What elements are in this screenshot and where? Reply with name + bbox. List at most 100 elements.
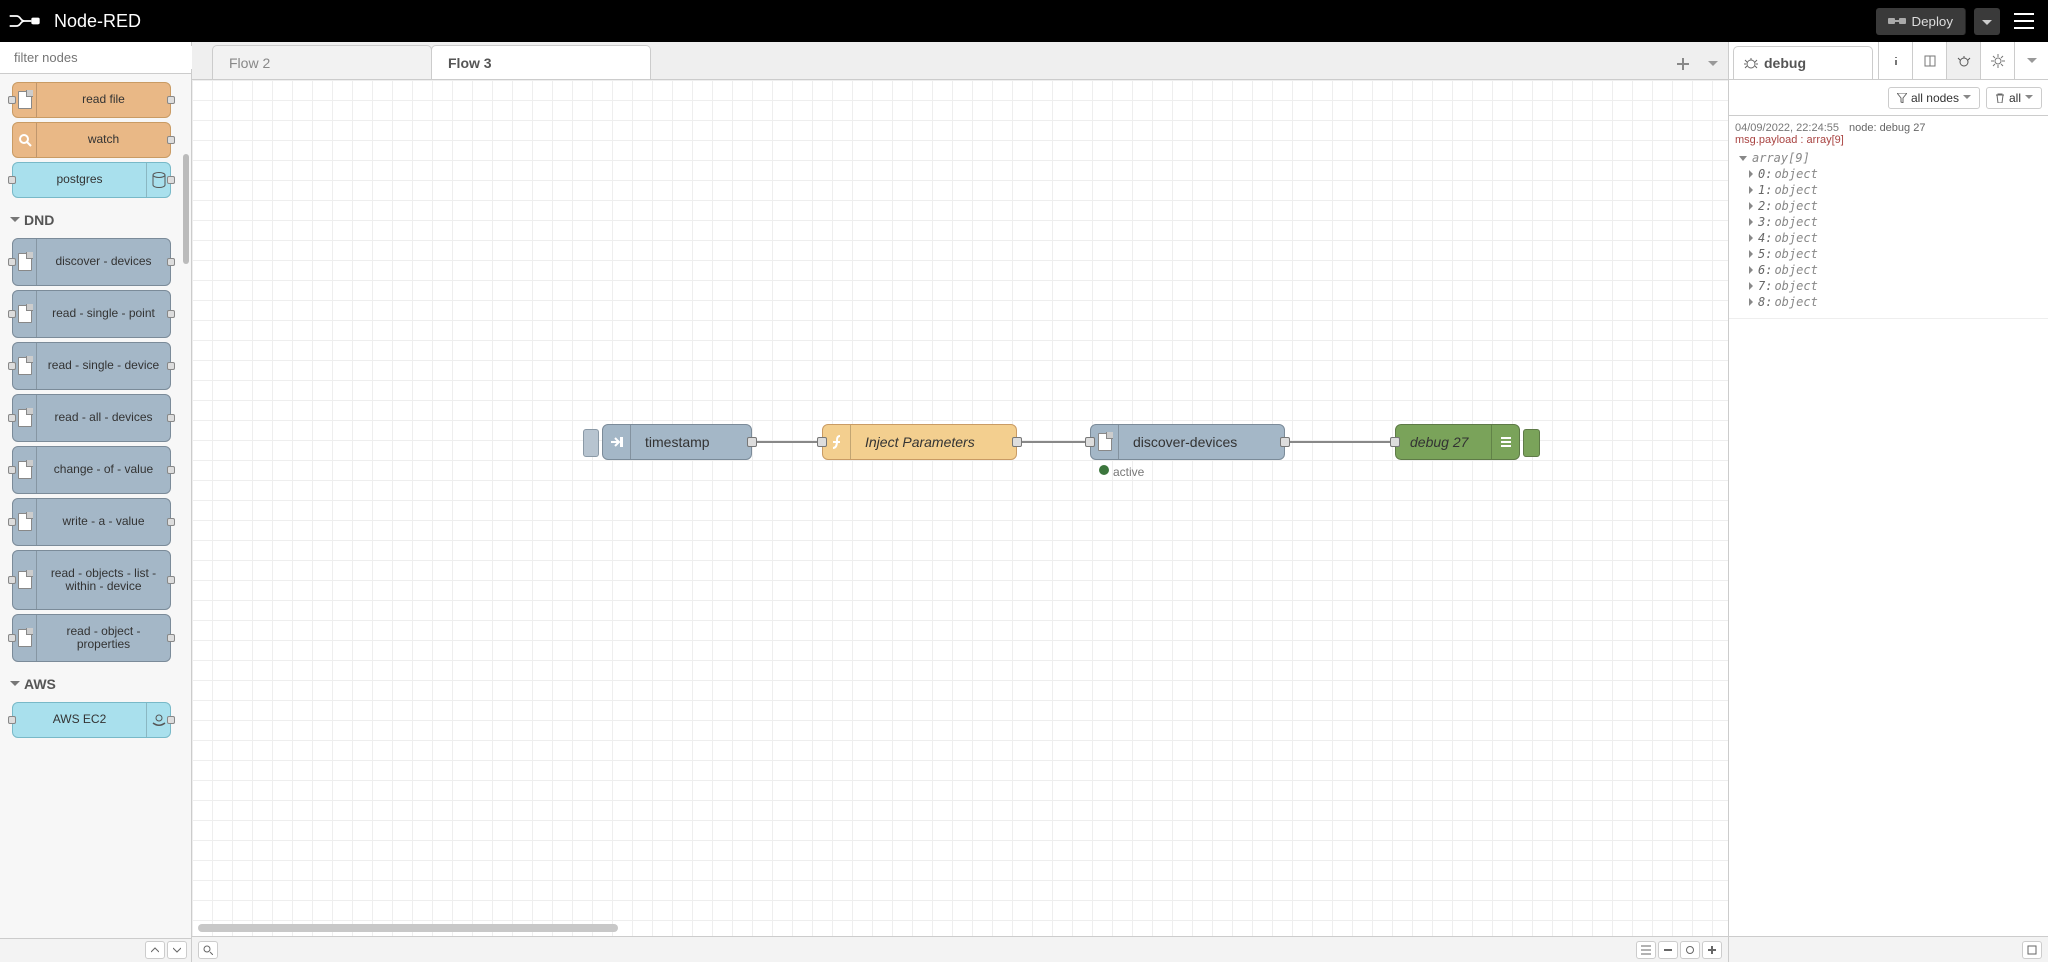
- palette-collapse-down-button[interactable]: [167, 941, 187, 959]
- debug-tree-item[interactable]: 3: object: [1749, 214, 2042, 230]
- palette-node-label: AWS EC2: [13, 711, 146, 728]
- node-red-logo-icon: [8, 11, 48, 31]
- menu-button[interactable]: [2008, 7, 2040, 35]
- caret-right-icon[interactable]: [1749, 202, 1753, 210]
- debug-tree[interactable]: array[9] 0: object1: object2: object3: o…: [1735, 146, 2042, 310]
- palette-aws-ec2[interactable]: AWS EC2: [12, 702, 171, 738]
- file-icon: [13, 239, 37, 285]
- caret-right-icon[interactable]: [1749, 250, 1753, 258]
- palette-node-label: watch: [37, 131, 170, 148]
- debug-tree-item[interactable]: 7: object: [1749, 278, 2042, 294]
- expand-icon: [2027, 945, 2037, 955]
- palette-change-of-value[interactable]: change - of - value: [12, 446, 171, 494]
- palette-read-single-point[interactable]: read - single - point: [12, 290, 171, 338]
- sidebar-more-button[interactable]: [2014, 42, 2048, 79]
- tab-flow-3[interactable]: Flow 3: [431, 45, 651, 79]
- add-tab-button[interactable]: [1668, 49, 1698, 79]
- port-out: [167, 96, 175, 104]
- caret-right-icon[interactable]: [1749, 218, 1753, 226]
- filter-all-nodes-button[interactable]: all nodes: [1888, 87, 1980, 109]
- sidebar-expand-button[interactable]: [2022, 941, 2042, 959]
- palette-search[interactable]: [0, 42, 191, 74]
- debug-messages[interactable]: 04/09/2022, 22:24:55 node: debug 27 msg.…: [1729, 116, 2048, 936]
- caret-right-icon[interactable]: [1749, 266, 1753, 274]
- wire[interactable]: [1272, 441, 1407, 443]
- palette-watch[interactable]: watch: [12, 122, 171, 158]
- clear-all-button[interactable]: all: [1986, 87, 2042, 109]
- palette-scroll[interactable]: read file watch postgres DND discover - dev…: [0, 74, 191, 938]
- palette-write-a-value[interactable]: write - a - value: [12, 498, 171, 546]
- palette-read-object-properties[interactable]: read - object - properties: [12, 614, 171, 662]
- palette-read-file[interactable]: read file: [12, 82, 171, 118]
- plus-icon: [1677, 58, 1689, 70]
- node-discover-devices[interactable]: discover-devicesactive: [1090, 424, 1285, 460]
- debug-toggle-button[interactable]: [1523, 429, 1540, 457]
- node-timestamp[interactable]: timestamp: [602, 424, 752, 460]
- flow-canvas[interactable]: timestamp Inject Parameters discover-devic…: [192, 80, 1728, 936]
- debug-tree-item[interactable]: 5: object: [1749, 246, 2042, 262]
- port-out[interactable]: [1280, 437, 1290, 447]
- port-out[interactable]: [747, 437, 757, 447]
- port-in: [8, 176, 16, 184]
- port-out: [167, 634, 175, 642]
- caret-right-icon[interactable]: [1749, 282, 1753, 290]
- caret-down-icon[interactable]: [1739, 156, 1747, 161]
- caret-right-icon[interactable]: [1749, 298, 1753, 306]
- tab-menu-button[interactable]: [1698, 49, 1728, 79]
- sidebar-tab-debug[interactable]: debug: [1733, 46, 1873, 79]
- caret-right-icon[interactable]: [1749, 234, 1753, 242]
- debug-tree-item[interactable]: 4: object: [1749, 230, 2042, 246]
- debug-tree-root[interactable]: array[9]: [1739, 150, 2042, 166]
- palette-read-single-device[interactable]: read - single - device: [12, 342, 171, 390]
- category-aws[interactable]: AWS: [4, 666, 179, 698]
- sidebar-debug-button[interactable]: [1946, 42, 1980, 79]
- chevron-down-icon: [2025, 95, 2033, 100]
- inject-button[interactable]: [583, 429, 599, 457]
- file-icon: [13, 447, 37, 493]
- palette-postgres[interactable]: postgres: [12, 162, 171, 198]
- debug-tree-item[interactable]: 0: object: [1749, 166, 2042, 182]
- minus-icon: [1663, 945, 1673, 955]
- node-debug-27[interactable]: debug 27: [1395, 424, 1520, 460]
- zoom-reset-button[interactable]: [1680, 941, 1700, 959]
- palette-read-objects-list[interactable]: read - objects - list - within - device: [12, 550, 171, 610]
- debug-tree-item[interactable]: 6: object: [1749, 262, 2042, 278]
- debug-tree-item[interactable]: 1: object: [1749, 182, 2042, 198]
- flow-node-label: discover-devices: [1119, 434, 1284, 450]
- view-list-button[interactable]: [1636, 941, 1656, 959]
- palette-search-input[interactable]: [12, 46, 192, 69]
- sidebar-help-button[interactable]: [1912, 42, 1946, 79]
- node-inject-parameters[interactable]: Inject Parameters: [822, 424, 1017, 460]
- sidebar-info-button[interactable]: [1878, 42, 1912, 79]
- navigator-button[interactable]: [198, 941, 218, 959]
- port-in[interactable]: [817, 437, 827, 447]
- caret-right-icon[interactable]: [1749, 186, 1753, 194]
- port-in[interactable]: [1390, 437, 1400, 447]
- debug-tree-item[interactable]: 2: object: [1749, 198, 2042, 214]
- deploy-button[interactable]: Deploy: [1876, 8, 1967, 35]
- palette-discover-devices[interactable]: discover - devices: [12, 238, 171, 286]
- inject-icon: [603, 425, 631, 459]
- chevron-down-icon: [1963, 95, 1971, 100]
- zoom-out-button[interactable]: [1658, 941, 1678, 959]
- deploy-caret-button[interactable]: [1974, 8, 2000, 35]
- palette-node-label: read - single - point: [37, 305, 170, 322]
- debug-source[interactable]: node: debug 27: [1849, 122, 1925, 134]
- category-dnd[interactable]: DND: [4, 202, 179, 234]
- palette-read-all-devices[interactable]: read - all - devices: [12, 394, 171, 442]
- debug-tree-item[interactable]: 8: object: [1749, 294, 2042, 310]
- palette-collapse-up-button[interactable]: [145, 941, 165, 959]
- workspace-footer: [192, 936, 1728, 962]
- caret-right-icon[interactable]: [1749, 170, 1753, 178]
- port-in: [8, 518, 16, 526]
- port-in: [8, 634, 16, 642]
- zoom-in-button[interactable]: [1702, 941, 1722, 959]
- canvas-hscrollbar[interactable]: [198, 924, 1628, 934]
- app-header: Node-RED Deploy: [0, 0, 2048, 42]
- port-out[interactable]: [1012, 437, 1022, 447]
- tab-flow-2[interactable]: Flow 2: [212, 45, 432, 79]
- sidebar-config-button[interactable]: [1980, 42, 2014, 79]
- palette-scrollbar[interactable]: [181, 154, 191, 454]
- port-in: [8, 576, 16, 584]
- port-in[interactable]: [1085, 437, 1095, 447]
